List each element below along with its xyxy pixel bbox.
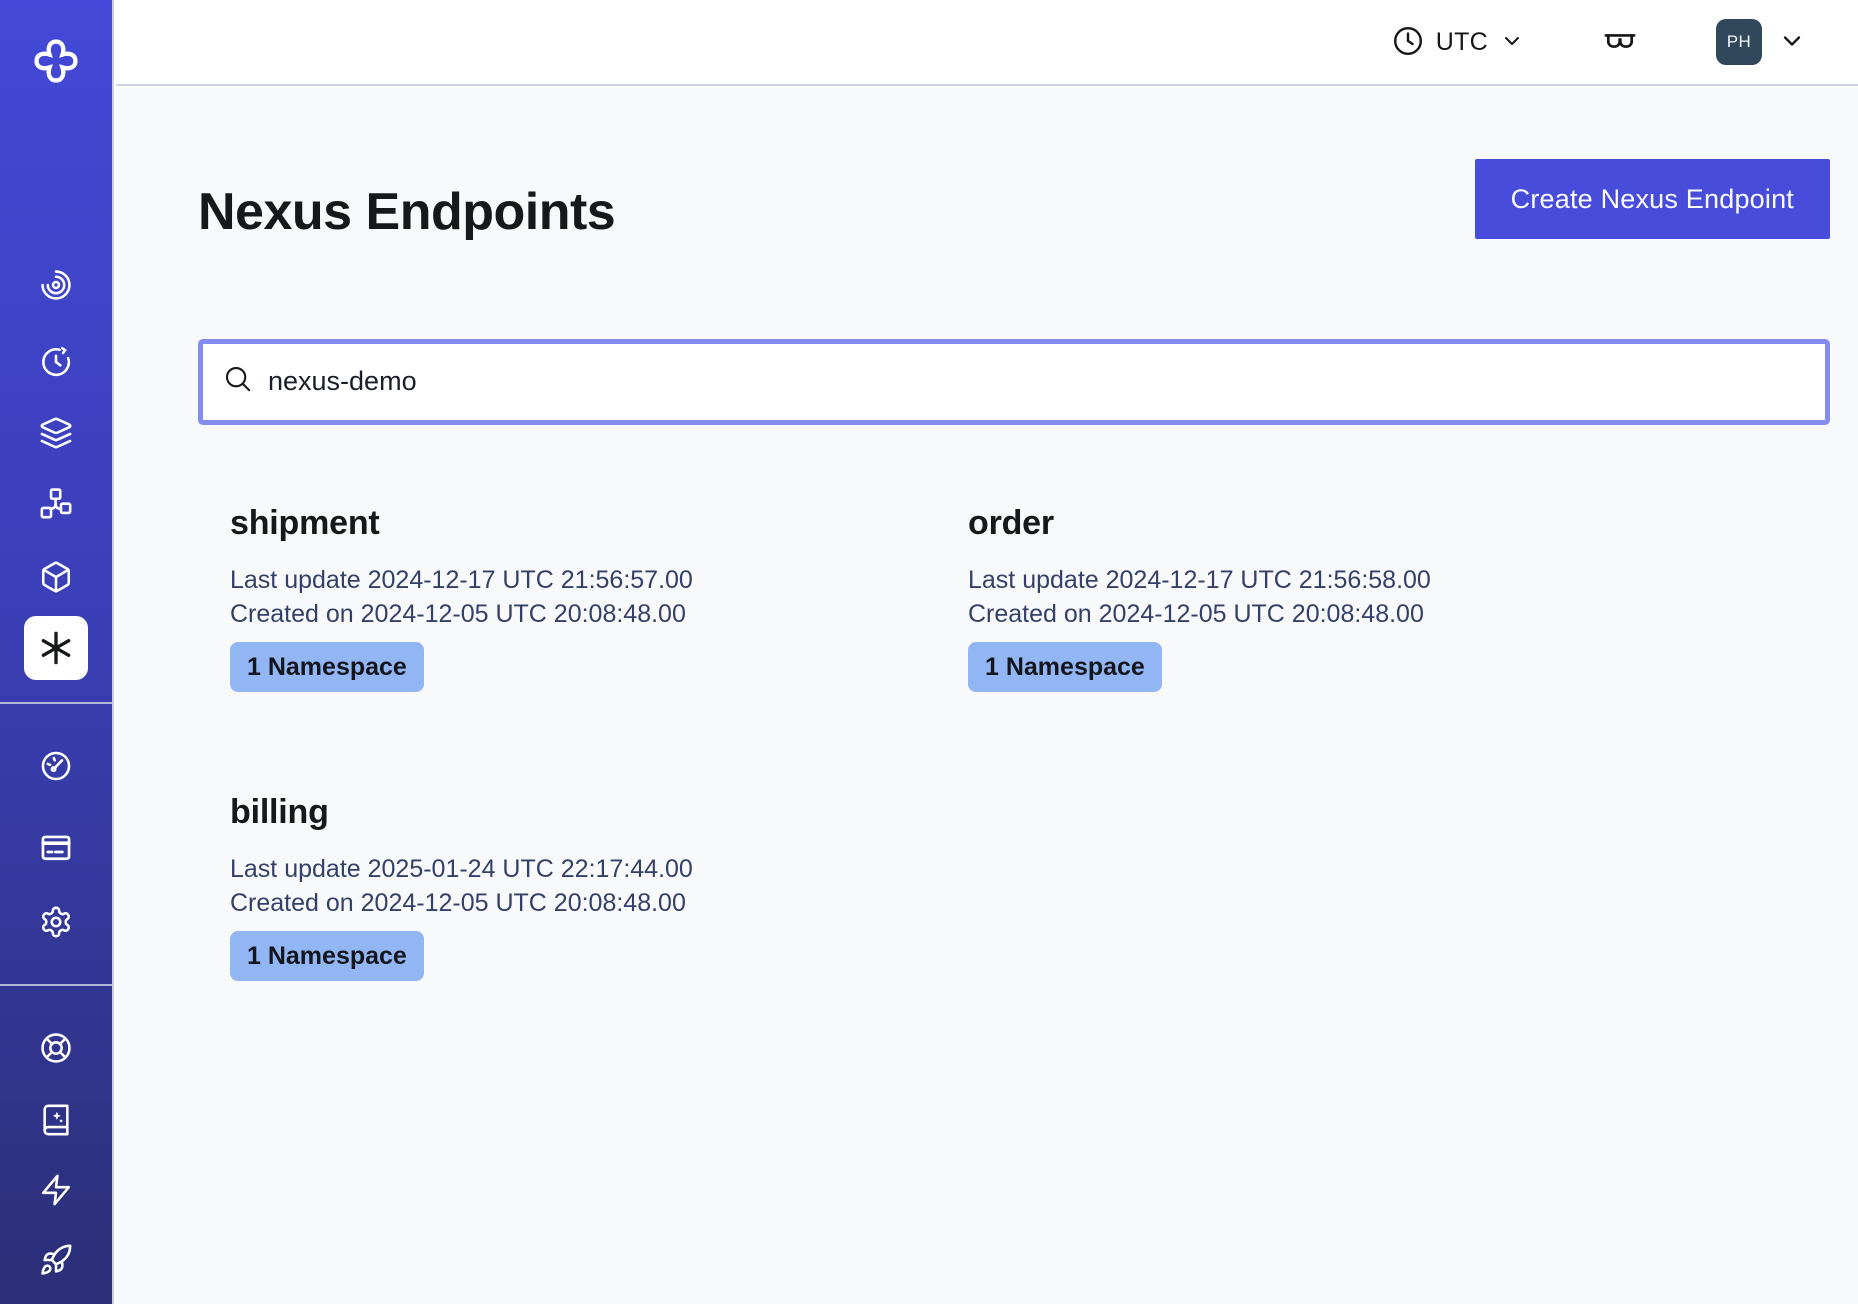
billing-icon[interactable] xyxy=(39,831,73,865)
endpoint-created-on: Created on 2024-12-05 UTC 20:08:48.00 xyxy=(230,599,936,629)
chevron-down-icon xyxy=(1778,27,1806,58)
usage-icon[interactable] xyxy=(39,749,73,783)
clock-icon xyxy=(1392,25,1424,60)
search-box xyxy=(198,339,1830,425)
avatar: PH xyxy=(1716,19,1762,65)
settings-icon[interactable] xyxy=(39,905,73,939)
getting-started-icon[interactable] xyxy=(39,1243,73,1277)
timezone-selector[interactable]: UTC xyxy=(1392,25,1524,60)
namespace-badge: 1 Namespace xyxy=(230,931,424,981)
sidebar xyxy=(0,0,114,1304)
search-icon xyxy=(223,364,253,399)
deployments-icon[interactable] xyxy=(39,486,73,520)
search-input[interactable] xyxy=(268,366,1805,397)
endpoint-created-on: Created on 2024-12-05 UTC 20:08:48.00 xyxy=(230,888,936,918)
support-icon[interactable] xyxy=(39,1031,73,1065)
top-bar: UTC PH xyxy=(116,0,1858,86)
endpoint-last-update: Last update 2024-12-17 UTC 21:56:58.00 xyxy=(968,565,1674,595)
namespace-badge: 1 Namespace xyxy=(968,642,1162,692)
endpoint-list: shipment Last update 2024-12-17 UTC 21:5… xyxy=(198,503,1830,981)
chevron-down-icon xyxy=(1500,29,1524,56)
batch-operations-icon[interactable] xyxy=(39,416,73,450)
namespaces-icon[interactable] xyxy=(39,560,73,594)
endpoint-last-update: Last update 2024-12-17 UTC 21:56:57.00 xyxy=(230,565,936,595)
endpoint-name: billing xyxy=(230,792,936,832)
glasses-icon xyxy=(1602,23,1638,62)
namespace-badge: 1 Namespace xyxy=(230,642,424,692)
create-nexus-endpoint-button[interactable]: Create Nexus Endpoint xyxy=(1475,159,1830,239)
feedback-icon[interactable] xyxy=(39,1173,73,1207)
docs-icon[interactable] xyxy=(39,1103,73,1137)
schedules-icon[interactable] xyxy=(39,345,73,379)
endpoint-name: order xyxy=(968,503,1674,543)
page-title: Nexus Endpoints xyxy=(198,159,615,240)
endpoint-card-billing[interactable]: billing Last update 2025-01-24 UTC 22:17… xyxy=(198,792,936,981)
timezone-label: UTC xyxy=(1436,28,1488,57)
temporal-logo[interactable] xyxy=(29,34,83,88)
account-menu[interactable]: PH xyxy=(1716,19,1806,65)
endpoint-created-on: Created on 2024-12-05 UTC 20:08:48.00 xyxy=(968,599,1674,629)
endpoint-card-order[interactable]: order Last update 2024-12-17 UTC 21:56:5… xyxy=(936,503,1674,692)
endpoint-card-shipment[interactable]: shipment Last update 2024-12-17 UTC 21:5… xyxy=(198,503,936,692)
workflows-icon[interactable] xyxy=(39,268,73,302)
endpoint-last-update: Last update 2025-01-24 UTC 22:17:44.00 xyxy=(230,854,936,884)
labs-glasses-button[interactable] xyxy=(1602,23,1638,62)
endpoint-name: shipment xyxy=(230,503,936,543)
main-content: Nexus Endpoints Create Nexus Endpoint sh… xyxy=(116,88,1858,1304)
sidebar-divider xyxy=(0,984,114,986)
nexus-icon[interactable] xyxy=(24,616,88,680)
sidebar-divider xyxy=(0,702,114,704)
